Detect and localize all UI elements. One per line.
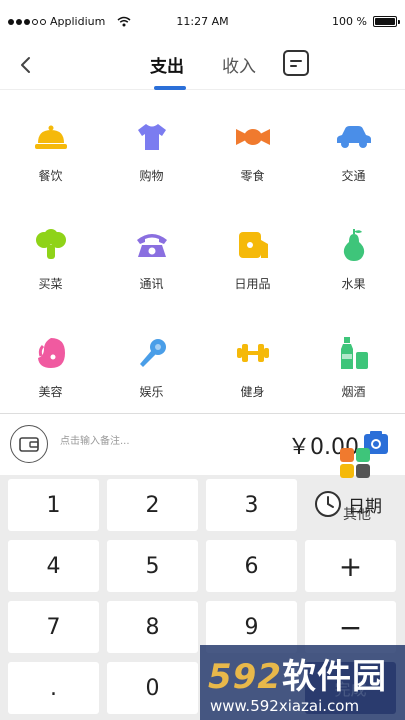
category-telecom[interactable]: 通讯 bbox=[101, 199, 202, 307]
document-icon bbox=[290, 59, 302, 62]
category-grid: 餐饮 购物 零食 交通 买菜 通讯 日用品 水果 美容 娱乐 健身 烟酒 bbox=[0, 91, 405, 413]
status-right: 100 % bbox=[332, 15, 400, 28]
key-8[interactable]: 8 bbox=[107, 601, 198, 653]
food-cloche-icon bbox=[31, 119, 71, 155]
battery-label: 100 % bbox=[332, 15, 367, 28]
category-label: 交通 bbox=[341, 169, 366, 183]
car-icon bbox=[334, 119, 374, 155]
category-label: 买菜 bbox=[38, 277, 63, 291]
tab-income[interactable]: 收入 bbox=[222, 50, 256, 84]
date-label: 日期 bbox=[348, 496, 382, 517]
category-snacks[interactable]: 零食 bbox=[202, 91, 303, 199]
date-button[interactable]: 日期 bbox=[314, 484, 382, 524]
candy-icon bbox=[233, 119, 273, 155]
wallet-button[interactable] bbox=[10, 425, 48, 463]
back-button[interactable] bbox=[12, 50, 38, 80]
key-5[interactable]: 5 bbox=[107, 540, 198, 592]
category-label: 餐饮 bbox=[38, 169, 63, 183]
key-7[interactable]: 7 bbox=[8, 601, 99, 653]
category-transport[interactable]: 交通 bbox=[303, 91, 404, 199]
dumbbell-icon bbox=[233, 335, 273, 371]
nav-bar: 支出 收入 bbox=[0, 44, 405, 90]
key-6[interactable]: 6 bbox=[206, 540, 297, 592]
category-tobacco-alcohol[interactable]: 烟酒 bbox=[303, 307, 404, 415]
category-entertainment[interactable]: 娱乐 bbox=[101, 307, 202, 415]
category-groceries[interactable]: 买菜 bbox=[0, 199, 101, 307]
broccoli-icon bbox=[31, 227, 71, 263]
category-fitness[interactable]: 健身 bbox=[202, 307, 303, 415]
records-button[interactable] bbox=[283, 50, 309, 76]
tab-expense[interactable]: 支出 bbox=[150, 50, 184, 84]
key-3[interactable]: 3 bbox=[206, 479, 297, 531]
category-label: 日用品 bbox=[234, 277, 271, 291]
category-label: 通讯 bbox=[139, 277, 164, 291]
category-shopping[interactable]: 购物 bbox=[101, 91, 202, 199]
category-food[interactable]: 餐饮 bbox=[0, 91, 101, 199]
watermark-url: www.592xiazai.com bbox=[210, 697, 360, 715]
key-0[interactable]: 0 bbox=[107, 662, 198, 714]
category-label: 娱乐 bbox=[139, 385, 164, 399]
wallet-icon bbox=[19, 437, 39, 452]
category-label: 购物 bbox=[139, 169, 164, 183]
category-label: 烟酒 bbox=[341, 385, 366, 399]
pear-icon bbox=[334, 227, 374, 263]
tissue-roll-icon bbox=[233, 227, 273, 263]
status-bar: Applidium 11:27 AM 100 % bbox=[0, 0, 405, 44]
category-label: 健身 bbox=[240, 385, 265, 399]
face-icon bbox=[31, 335, 71, 371]
battery-icon bbox=[373, 16, 400, 27]
active-tab-indicator bbox=[154, 86, 186, 90]
key-4[interactable]: 4 bbox=[8, 540, 99, 592]
chevron-left-icon bbox=[21, 57, 30, 73]
key-2[interactable]: 2 bbox=[107, 479, 198, 531]
category-daily-goods[interactable]: 日用品 bbox=[202, 199, 303, 307]
shirt-icon bbox=[132, 119, 172, 155]
watermark: 592软件园 www.592xiazai.com bbox=[200, 645, 405, 720]
category-fruit[interactable]: 水果 bbox=[303, 199, 404, 307]
watermark-logo: 592软件园 bbox=[208, 657, 387, 697]
key-plus[interactable]: + bbox=[305, 540, 396, 592]
bottle-icon bbox=[334, 335, 374, 371]
category-label: 美容 bbox=[38, 385, 63, 399]
category-label: 零食 bbox=[240, 169, 265, 183]
telephone-icon bbox=[132, 227, 172, 263]
note-input[interactable]: 点击输入备注... bbox=[60, 432, 130, 447]
grid-icon bbox=[340, 448, 370, 478]
category-label: 水果 bbox=[341, 277, 366, 291]
key-1[interactable]: 1 bbox=[8, 479, 99, 531]
microphone-icon bbox=[132, 335, 172, 371]
category-beauty[interactable]: 美容 bbox=[0, 307, 101, 415]
key-dot[interactable]: . bbox=[8, 662, 99, 714]
clock-icon bbox=[315, 491, 341, 517]
